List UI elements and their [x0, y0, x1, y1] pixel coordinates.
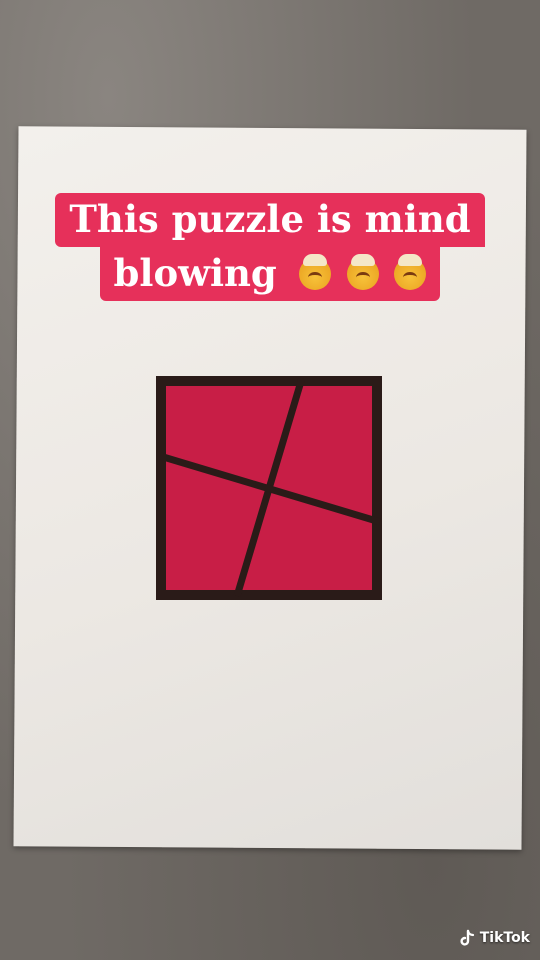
caption: This puzzle is mind blowing [0, 193, 540, 301]
exploding-head-icon [298, 254, 331, 290]
caption-line-1: This puzzle is mind [55, 193, 485, 247]
exploding-head-icon [394, 254, 427, 290]
emoji-row [296, 251, 427, 295]
tiktok-logo-icon [460, 929, 474, 946]
caption-line-2-text: blowing [113, 251, 277, 295]
tiktok-watermark: TikTok [458, 924, 530, 952]
exploding-head-icon [346, 254, 379, 290]
puzzle-square [156, 376, 382, 600]
tiktok-label: TikTok [479, 930, 530, 946]
caption-line-2: blowing [99, 247, 441, 301]
